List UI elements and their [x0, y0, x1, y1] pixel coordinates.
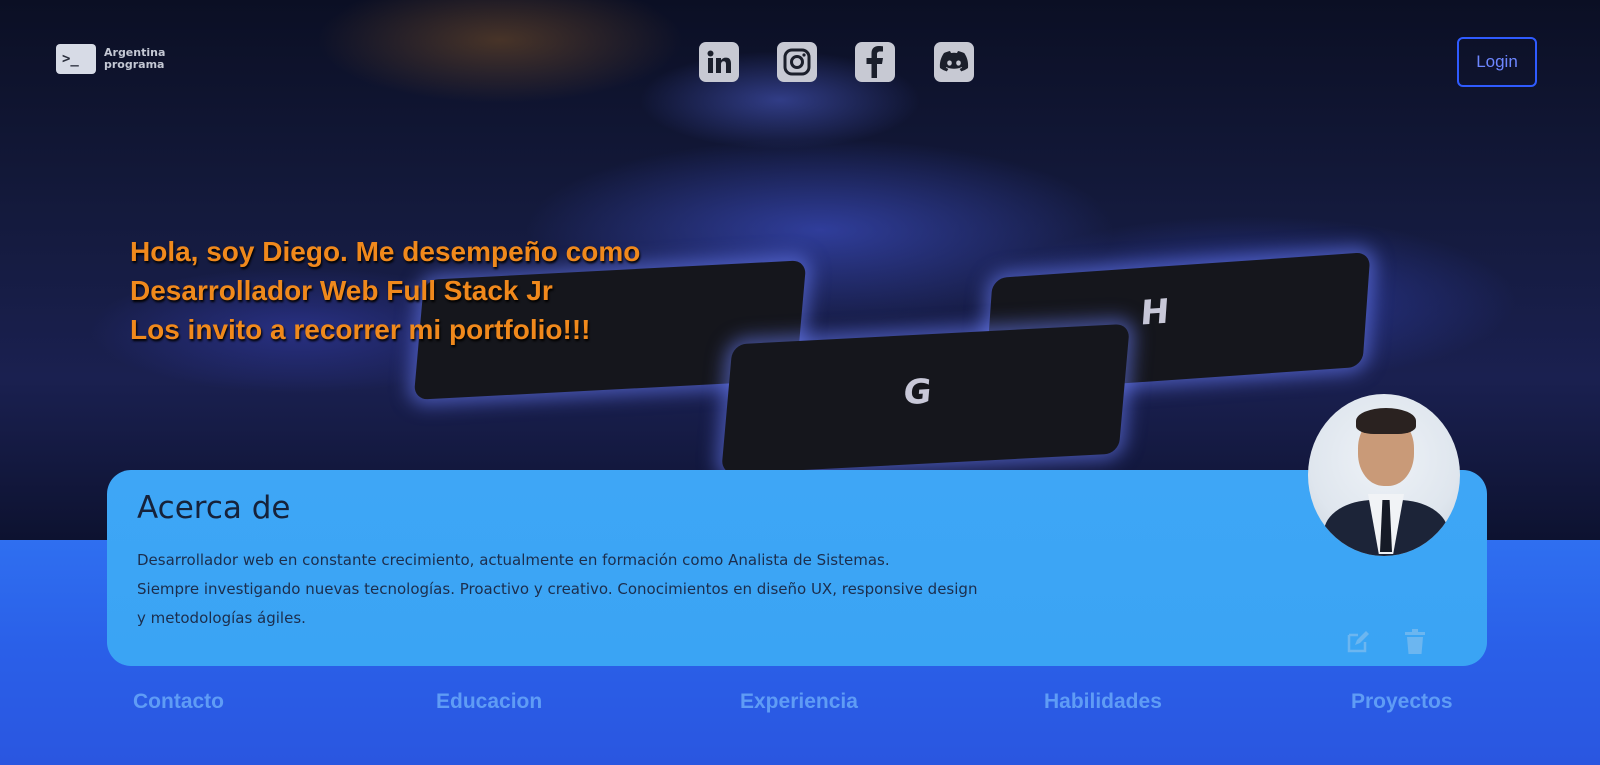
hero-line3: Los invito a recorrer mi portfolio!!!	[130, 314, 591, 345]
keyboard-key-g: G	[721, 323, 1130, 475]
hero-greeting: Hola, soy Diego. Me desempeño como Desar…	[130, 232, 640, 349]
nav-educacion[interactable]: Educacion	[436, 690, 542, 714]
brand-logo[interactable]: >_ Argentina programa	[56, 44, 165, 74]
nav-experiencia[interactable]: Experiencia	[740, 690, 858, 714]
about-line3: y metodologías ágiles.	[137, 609, 306, 627]
nav-contacto[interactable]: Contacto	[133, 690, 224, 714]
discord-glyph	[939, 51, 969, 72]
about-line2: Siempre investigando nuevas tecnologías.…	[137, 580, 978, 598]
hero-line1: Hola, soy Diego. Me desempeño como	[130, 236, 641, 267]
brand-line2: programa	[104, 58, 165, 71]
profile-avatar	[1308, 394, 1460, 556]
about-title: Acerca de	[137, 490, 291, 526]
hero-line2: Desarrollador Web Full Stack Jr	[130, 275, 553, 306]
facebook-glyph	[866, 46, 883, 78]
about-card: Acerca de Desarrollador web en constante…	[107, 470, 1487, 666]
brand-text: Argentina programa	[104, 47, 165, 71]
instagram-icon[interactable]	[777, 42, 817, 82]
edit-icon[interactable]	[1345, 628, 1371, 656]
about-description: Desarrollador web en constante crecimien…	[137, 546, 977, 633]
key-letter-h: H	[1139, 291, 1171, 334]
trash-icon[interactable]	[1402, 628, 1428, 656]
facebook-icon[interactable]	[855, 42, 895, 82]
avatar-hair	[1356, 408, 1416, 434]
terminal-icon: >_	[56, 44, 96, 74]
linkedin-icon[interactable]	[699, 42, 739, 82]
discord-icon[interactable]	[934, 42, 974, 82]
section-nav: Contacto Educacion Experiencia Habilidad…	[0, 690, 1600, 730]
key-letter-g: G	[901, 371, 934, 414]
edit-glyph	[1347, 631, 1369, 653]
about-line1: Desarrollador web en constante crecimien…	[137, 551, 890, 569]
nav-proyectos[interactable]: Proyectos	[1351, 690, 1453, 714]
trash-glyph	[1405, 629, 1425, 654]
nav-habilidades[interactable]: Habilidades	[1044, 690, 1162, 714]
instagram-glyph	[783, 48, 811, 76]
linkedin-glyph	[707, 50, 731, 73]
login-button[interactable]: Login	[1457, 37, 1537, 87]
